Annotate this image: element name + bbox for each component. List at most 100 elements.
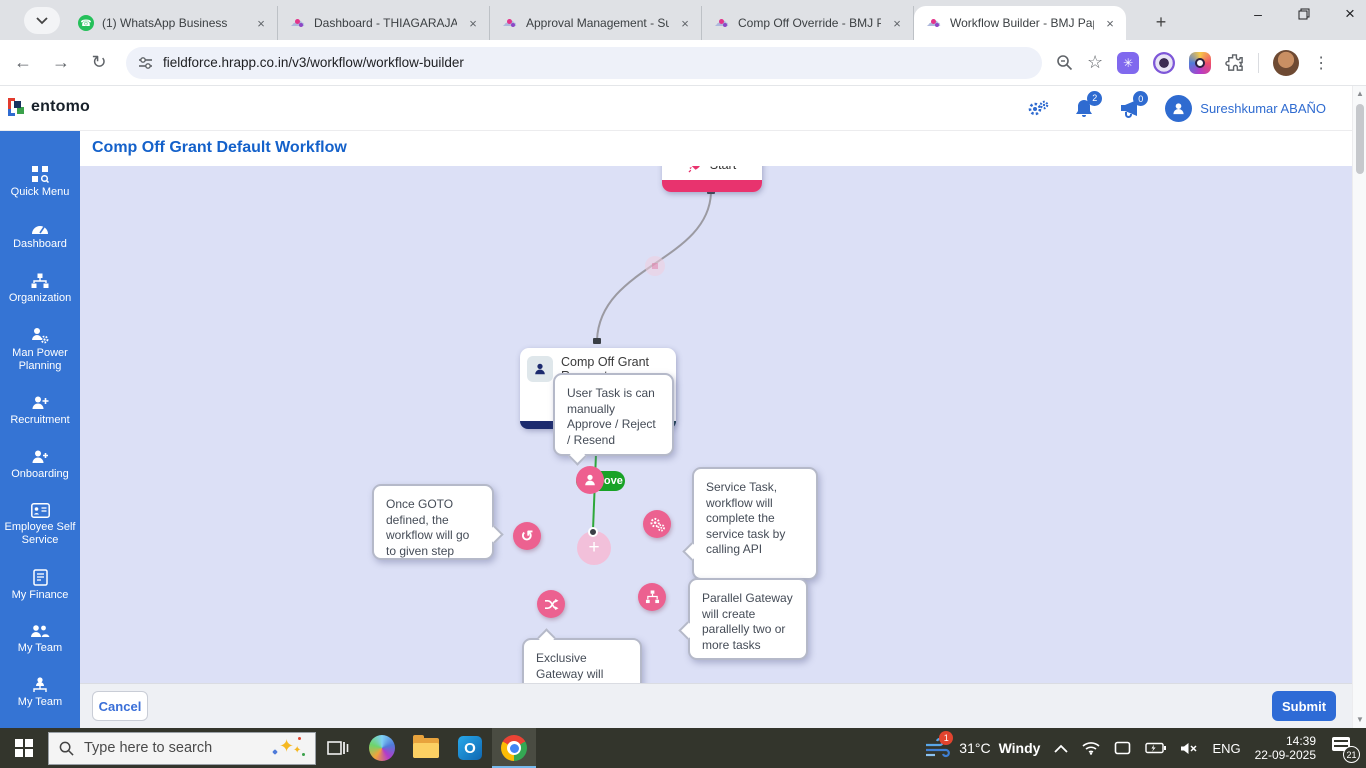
tab-title: (1) WhatsApp Business — [102, 16, 228, 30]
tab-title: Workflow Builder - BMJ Pape — [950, 16, 1094, 30]
person-plus-icon — [32, 396, 49, 409]
sidebar-item-my-team[interactable]: My Team — [1, 624, 79, 655]
entomo-logo[interactable]: entomo — [8, 98, 90, 116]
outlook-button[interactable]: O — [448, 728, 492, 768]
weather-widget[interactable]: 1 31°C Windy — [925, 731, 1040, 758]
start-button[interactable] — [0, 728, 48, 768]
tooltip-service-task: Service Task, workflow will complete the… — [682, 467, 818, 580]
submit-button[interactable]: Submit — [1272, 691, 1336, 721]
forward-icon[interactable]: → — [46, 48, 76, 78]
hrapp-cloud-icon: ☁ — [926, 13, 942, 31]
search-placeholder: Type here to search — [84, 740, 213, 756]
search-highlights-icon[interactable]: ✦ ✦ — [271, 736, 305, 760]
megaphone-icon[interactable]: 0 — [1119, 91, 1149, 118]
settings-gears-icon[interactable] — [1027, 100, 1049, 118]
sidebar-item-recruitment[interactable]: Recruitment — [1, 395, 79, 427]
file-explorer-button[interactable] — [404, 728, 448, 768]
sidebar-item-dashboard[interactable]: Dashboard — [1, 221, 79, 251]
window-minimize-button[interactable]: – — [1248, 4, 1268, 24]
announcement-count-badge: 0 — [1133, 91, 1149, 106]
start-node[interactable]: Start — [662, 166, 762, 192]
tab-dashboard[interactable]: ☁ Dashboard - THIAGARAJAR C × — [278, 6, 490, 40]
exclusive-gateway-button[interactable] — [537, 590, 565, 618]
scroll-down-icon[interactable]: ▼ — [1353, 712, 1366, 726]
tab-close-icon[interactable]: × — [465, 15, 481, 31]
grid-search-icon — [32, 166, 49, 183]
file-explorer-icon — [413, 735, 439, 758]
tab-whatsapp[interactable]: ☎ (1) WhatsApp Business × — [66, 6, 278, 40]
copilot-button[interactable] — [360, 728, 404, 768]
display-icon[interactable] — [1114, 741, 1131, 755]
tab-search-button[interactable] — [24, 7, 60, 34]
extension-purple-icon[interactable]: ✳ — [1117, 51, 1140, 74]
gauge-icon — [32, 226, 48, 234]
user-icon — [527, 356, 553, 382]
chrome-icon — [501, 735, 527, 761]
person-gear-icon — [32, 328, 49, 344]
finance-doc-icon — [32, 569, 48, 586]
service-task-button[interactable] — [643, 510, 671, 538]
tab-approval-management[interactable]: ☁ Approval Management - Sur × — [490, 6, 702, 40]
whatsapp-icon: ☎ — [78, 15, 94, 31]
scroll-up-icon[interactable]: ▲ — [1353, 86, 1366, 100]
volume-muted-icon[interactable] — [1180, 742, 1198, 755]
tooltip-goto: Once GOTO defined, the workflow will go … — [372, 484, 504, 560]
task-view-button[interactable] — [316, 728, 360, 768]
chrome-button[interactable] — [492, 728, 536, 768]
battery-icon[interactable] — [1145, 742, 1167, 754]
tab-close-icon[interactable]: × — [677, 15, 693, 31]
user-menu[interactable]: Sureshkumar ABAÑO — [1165, 95, 1326, 122]
connector-endpoint[interactable] — [588, 527, 598, 537]
action-center-button[interactable]: 21 — [1330, 737, 1360, 763]
restore-icon — [1298, 8, 1310, 20]
reload-icon[interactable]: ↻ — [84, 48, 114, 78]
puzzle-extensions-icon[interactable] — [1225, 53, 1244, 72]
goto-undo-button[interactable]: ↺ — [513, 522, 541, 550]
window-close-button[interactable]: × — [1340, 4, 1360, 24]
wifi-icon[interactable] — [1082, 741, 1100, 755]
cancel-button[interactable]: Cancel — [92, 691, 148, 721]
zoom-search-icon[interactable] — [1056, 54, 1073, 71]
workflow-canvas[interactable]: Start Comp Off Grant Request User Task i… — [80, 166, 1352, 683]
sidebar-item-quick-menu[interactable]: Quick Menu — [1, 165, 79, 199]
page-scrollbar[interactable]: ▲ ▼ — [1352, 86, 1366, 728]
tab-close-icon[interactable]: × — [253, 15, 269, 31]
sidebar-item-organization[interactable]: Organization — [1, 273, 79, 305]
language-indicator[interactable]: ENG — [1212, 741, 1240, 756]
tooltip-parallel-gateway: Parallel Gateway will create parallelly … — [678, 578, 808, 660]
browser-profile-avatar[interactable] — [1273, 49, 1300, 76]
approver-person-icon[interactable] — [576, 466, 604, 494]
sidebar-item-employee-self-service[interactable]: Employee Self Service — [1, 503, 79, 547]
entomo-logo-icon — [8, 98, 26, 116]
clock[interactable]: 14:39 22-09-2025 — [1255, 734, 1316, 762]
sidebar-item-man-power-planning[interactable]: Man Power Planning — [1, 327, 79, 373]
tab-close-icon[interactable]: × — [889, 15, 905, 31]
tab-close-icon[interactable]: × — [1102, 15, 1118, 31]
chevron-up-icon[interactable] — [1054, 744, 1069, 753]
date: 22-09-2025 — [1254, 748, 1316, 762]
taskbar-search-input[interactable]: Type here to search ✦ ✦ — [48, 731, 316, 765]
bell-icon[interactable]: 2 — [1075, 90, 1103, 119]
tab-workflow-builder[interactable]: ☁ Workflow Builder - BMJ Pape × — [914, 6, 1126, 40]
sidebar: Quick Menu Dashboard Organization Man Po… — [0, 131, 80, 728]
temperature: 31°C — [959, 740, 991, 756]
scrollbar-thumb[interactable] — [1356, 104, 1364, 174]
window-restore-button[interactable] — [1294, 4, 1314, 24]
new-tab-button[interactable]: + — [1148, 9, 1174, 35]
extension-camera-icon[interactable] — [1153, 51, 1176, 74]
parallel-gateway-icon — [645, 590, 659, 604]
browser-toolbar: ← → ↻ fieldforce.hrapp.co.in/v3/workflow… — [0, 40, 1366, 86]
windows-taskbar: Type here to search ✦ ✦ O 1 31°C Windy E… — [0, 728, 1366, 768]
person-add-icon — [32, 450, 48, 463]
browser-menu-icon[interactable]: ⋮ — [1313, 53, 1329, 73]
sidebar-item-onboarding[interactable]: Onboarding — [1, 449, 79, 481]
tab-comp-off-override[interactable]: ☁ Comp Off Override - BMJ Pa × — [702, 6, 914, 40]
sidebar-item-my-team-2[interactable]: My Team — [1, 677, 79, 709]
browser-tab-strip: ☎ (1) WhatsApp Business × ☁ Dashboard - … — [0, 0, 1366, 40]
parallel-gateway-button[interactable] — [638, 583, 666, 611]
extension-instagram-icon[interactable] — [1189, 51, 1212, 74]
back-icon[interactable]: ← — [8, 48, 38, 78]
address-bar[interactable]: fieldforce.hrapp.co.in/v3/workflow/workf… — [126, 46, 1042, 79]
star-bookmark-icon[interactable]: ☆ — [1087, 52, 1103, 73]
sidebar-item-my-finance[interactable]: My Finance — [1, 569, 79, 602]
